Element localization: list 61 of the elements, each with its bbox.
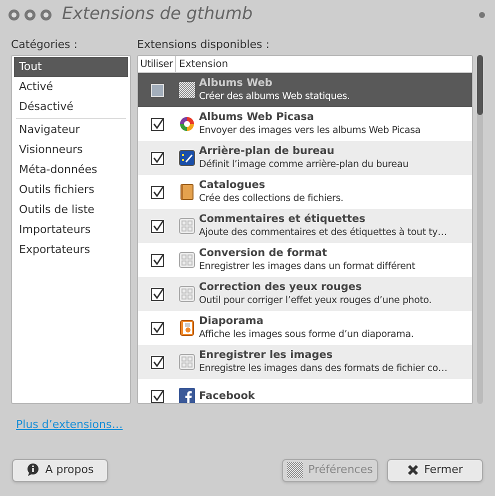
book-icon bbox=[179, 184, 195, 200]
section-label: Extensions disponibles : bbox=[137, 37, 270, 53]
extension-description: Enregistre les images dans des formats de fichier co… bbox=[199, 362, 448, 376]
checkbox[interactable] bbox=[150, 288, 164, 300]
checkbox[interactable] bbox=[150, 254, 164, 266]
category-item[interactable]: Importateurs bbox=[14, 220, 128, 240]
extension-description: Définit l’image comme arrière-plan du bureau bbox=[199, 158, 408, 172]
category-item[interactable]: Désactivé bbox=[14, 97, 128, 117]
extension-title: Albums Web bbox=[199, 76, 274, 90]
close-button[interactable]: Fermer bbox=[387, 458, 483, 482]
checkbox[interactable] bbox=[150, 118, 164, 130]
checkbox[interactable] bbox=[150, 186, 164, 198]
extension-title: Enregistrer les images bbox=[199, 348, 334, 362]
close-icon bbox=[407, 464, 420, 476]
puzzle-icon bbox=[179, 218, 195, 234]
extension-title: Facebook bbox=[199, 389, 255, 403]
extension-description: Outil pour corriger l’effet yeux rouges d’une photo. bbox=[199, 294, 432, 308]
column-header: Utiliser bbox=[138, 56, 176, 72]
puzzle-icon bbox=[179, 252, 195, 268]
extension-description: Enregistrer les images dans un format différent bbox=[199, 260, 416, 274]
extension-description: Affiche les images sous forme d’un diaporama. bbox=[199, 328, 414, 342]
close-window-icon[interactable] bbox=[8, 9, 20, 21]
extension-title: Diaporama bbox=[199, 314, 264, 328]
desktop-icon bbox=[179, 150, 195, 166]
minimize-icon[interactable] bbox=[24, 9, 36, 21]
extension-title: Correction des yeux rouges bbox=[199, 280, 363, 294]
puzzle-icon bbox=[179, 354, 195, 370]
extension-title: Albums Web Picasa bbox=[199, 110, 316, 124]
category-item[interactable]: Exportateurs bbox=[14, 240, 128, 260]
category-item[interactable]: Outils fichiers bbox=[14, 180, 128, 200]
checkbox[interactable] bbox=[150, 390, 164, 402]
category-item[interactable]: Outils de liste bbox=[14, 200, 128, 220]
category-item[interactable]: Activé bbox=[14, 77, 128, 97]
category-item[interactable]: Navigateur bbox=[14, 120, 128, 140]
dot-icon bbox=[479, 12, 485, 18]
checkerboard-icon bbox=[287, 462, 304, 478]
checkerboard-icon bbox=[179, 82, 195, 98]
extension-title: Commentaires et étiquettes bbox=[199, 212, 366, 226]
pinwheel-icon bbox=[179, 116, 195, 132]
section-label: Catégories : bbox=[11, 37, 78, 53]
category-item[interactable]: Visionneurs bbox=[14, 140, 128, 160]
column-header: Extension bbox=[178, 58, 228, 72]
extension-description: Crée des collections de fichiers. bbox=[199, 192, 344, 206]
category-item[interactable]: Méta-données bbox=[14, 160, 128, 180]
category-item[interactable]: Tout bbox=[14, 57, 128, 77]
checkbox[interactable] bbox=[150, 356, 164, 368]
checkbox[interactable] bbox=[150, 152, 164, 164]
maximize-icon[interactable] bbox=[40, 9, 52, 21]
about-button[interactable]: A propos bbox=[12, 458, 108, 482]
puzzle-icon bbox=[179, 286, 195, 302]
extension-description: Ajoute des commentaires et des étiquettes à tout ty… bbox=[199, 226, 447, 240]
extension-title: Catalogues bbox=[199, 178, 266, 192]
extension-title: Arrière-plan de bureau bbox=[199, 144, 336, 158]
window-title: Extensions de gthumb bbox=[62, 3, 253, 26]
checkbox[interactable] bbox=[150, 322, 164, 334]
slideshow-icon bbox=[179, 320, 195, 336]
info-icon bbox=[26, 463, 40, 477]
extension-title: Conversion de format bbox=[199, 246, 328, 260]
extension-description: Envoyer des images vers les albums Web Picasa bbox=[199, 124, 420, 138]
extension-description: Créer des albums Web statiques. bbox=[199, 90, 350, 104]
checkbox[interactable] bbox=[150, 220, 164, 232]
